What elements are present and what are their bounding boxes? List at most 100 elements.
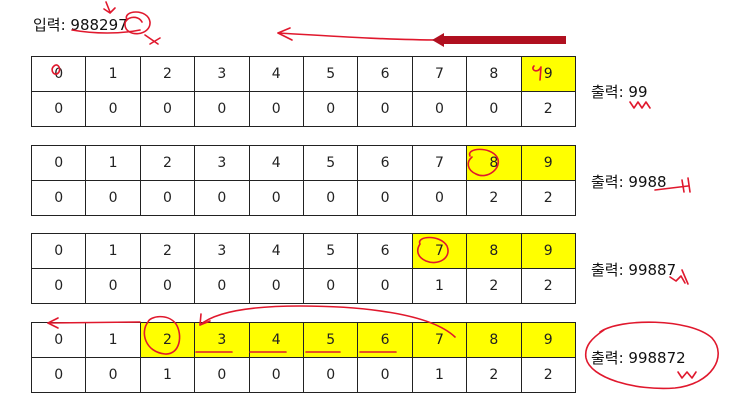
index-cell: 1: [85, 56, 141, 92]
counting-sort-diagram: 입력: 988297 0 1 2 3 4 5 6 7 8 9 0 0 0 0 0…: [0, 0, 730, 403]
count-cell: 0: [85, 91, 141, 127]
index-row: 0 1 2 3 4 5 6 7 8 9: [30, 56, 576, 92]
index-cell: 3: [194, 145, 250, 181]
index-cell: 4: [248, 56, 304, 92]
index-cell: 2: [139, 322, 196, 358]
index-cell: 9: [520, 145, 576, 181]
index-cell: 7: [411, 56, 468, 92]
count-row: 0 0 0 0 0 0 0 0 0 2: [30, 91, 576, 127]
index-cell: 6: [357, 56, 413, 92]
count-cell: 2: [466, 357, 522, 393]
count-cell: 0: [302, 268, 359, 304]
count-cell: 0: [139, 268, 196, 304]
count-cell: 0: [30, 357, 87, 393]
index-cell: 4: [248, 145, 304, 181]
index-cell: 7: [411, 322, 468, 358]
output-label-step-1: 출력: 99: [591, 83, 648, 101]
index-row: 0 1 2 3 4 5 6 7 8 9: [30, 322, 576, 358]
index-cell: 2: [139, 233, 196, 269]
count-cell: 1: [411, 357, 468, 393]
input-digit-circle: [124, 11, 151, 35]
count-cell: 0: [248, 268, 304, 304]
count-cell: 0: [30, 91, 87, 127]
long-arrow-head: [277, 27, 293, 41]
input-strike-mark: [144, 34, 161, 45]
count-cell: 0: [85, 180, 141, 216]
index-cell: 3: [194, 56, 250, 92]
count-table-step-1: 0 1 2 3 4 5 6 7 8 9 0 0 0 0 0 0 0 0 0 2: [30, 56, 576, 127]
count-cell: 0: [302, 180, 359, 216]
index-cell: 3: [194, 233, 250, 269]
index-cell: 8: [466, 233, 522, 269]
count-table-step-2: 0 1 2 3 4 5 6 7 8 9 0 0 0 0 0 0 0 0 2 2: [30, 145, 576, 216]
index-cell: 0: [30, 322, 87, 358]
index-cell: 3: [194, 322, 250, 358]
output-label-step-4: 출력: 998872: [591, 349, 686, 367]
count-cell: 0: [248, 357, 304, 393]
count-cell: 2: [520, 180, 576, 216]
output-label-step-3: 출력: 99887: [591, 261, 677, 279]
count-cell: 1: [411, 268, 468, 304]
index-cell: 7: [411, 145, 468, 181]
index-cell: 0: [30, 233, 87, 269]
index-cell: 5: [302, 145, 359, 181]
index-cell: 8: [466, 56, 522, 92]
count-cell: 0: [139, 180, 196, 216]
count-cell: 2: [520, 268, 576, 304]
index-cell: 5: [302, 322, 359, 358]
index-cell: 7: [411, 233, 468, 269]
count-cell: 0: [139, 91, 196, 127]
index-cell: 1: [85, 322, 141, 358]
count-cell: 0: [357, 91, 413, 127]
thick-arrow-shaft: [442, 36, 566, 44]
count-cell: 0: [357, 268, 413, 304]
count-cell: 0: [302, 357, 359, 393]
output-label-step-2: 출력: 9988: [591, 173, 667, 191]
index-cell: 9: [520, 233, 576, 269]
count-cell: 0: [194, 357, 250, 393]
count-cell: 0: [85, 357, 141, 393]
count-table-step-3: 0 1 2 3 4 5 6 7 8 9 0 0 0 0 0 0 0 1 2 2: [30, 233, 576, 304]
index-cell: 6: [357, 233, 413, 269]
count-cell: 2: [520, 91, 576, 127]
count-cell: 0: [357, 180, 413, 216]
count-cell: 0: [194, 91, 250, 127]
index-cell: 4: [248, 233, 304, 269]
count-cell: 0: [411, 180, 468, 216]
index-cell: 1: [85, 145, 141, 181]
index-cell: 0: [30, 56, 87, 92]
index-cell: 8: [466, 322, 522, 358]
count-cell: 0: [85, 268, 141, 304]
output-1-squiggle: [629, 101, 651, 109]
count-row: 0 0 0 0 0 0 0 1 2 2: [30, 268, 576, 304]
thick-arrow-head: [432, 33, 444, 47]
index-cell: 8: [466, 145, 522, 181]
count-row: 0 0 1 0 0 0 0 1 2 2: [30, 357, 576, 393]
count-cell: 0: [30, 180, 87, 216]
index-cell: 9: [520, 322, 576, 358]
count-cell: 0: [248, 91, 304, 127]
count-cell: 0: [466, 91, 522, 127]
count-cell: 0: [194, 180, 250, 216]
count-cell: 1: [139, 357, 196, 393]
input-label: 입력: 988297: [33, 16, 128, 34]
index-cell: 5: [302, 56, 359, 92]
index-cell: 6: [357, 145, 413, 181]
index-cell: 2: [139, 56, 196, 92]
count-cell: 2: [466, 268, 522, 304]
index-cell: 1: [85, 233, 141, 269]
count-cell: 0: [194, 268, 250, 304]
index-cell: 2: [139, 145, 196, 181]
long-arrow-line: [277, 32, 441, 41]
count-row: 0 0 0 0 0 0 0 0 2 2: [30, 180, 576, 216]
final-output-squiggle: [677, 371, 697, 379]
count-cell: 0: [302, 91, 359, 127]
count-cell: 0: [411, 91, 468, 127]
count-cell: 0: [357, 357, 413, 393]
count-cell: 0: [248, 180, 304, 216]
count-table-step-4: 0 1 2 3 4 5 6 7 8 9 0 0 1 0 0 0 0 1 2 2: [30, 322, 576, 393]
index-cell: 9: [520, 56, 576, 92]
index-cell: 4: [248, 322, 304, 358]
input-pointer-arrow: [103, 1, 116, 14]
count-cell: 0: [30, 268, 87, 304]
